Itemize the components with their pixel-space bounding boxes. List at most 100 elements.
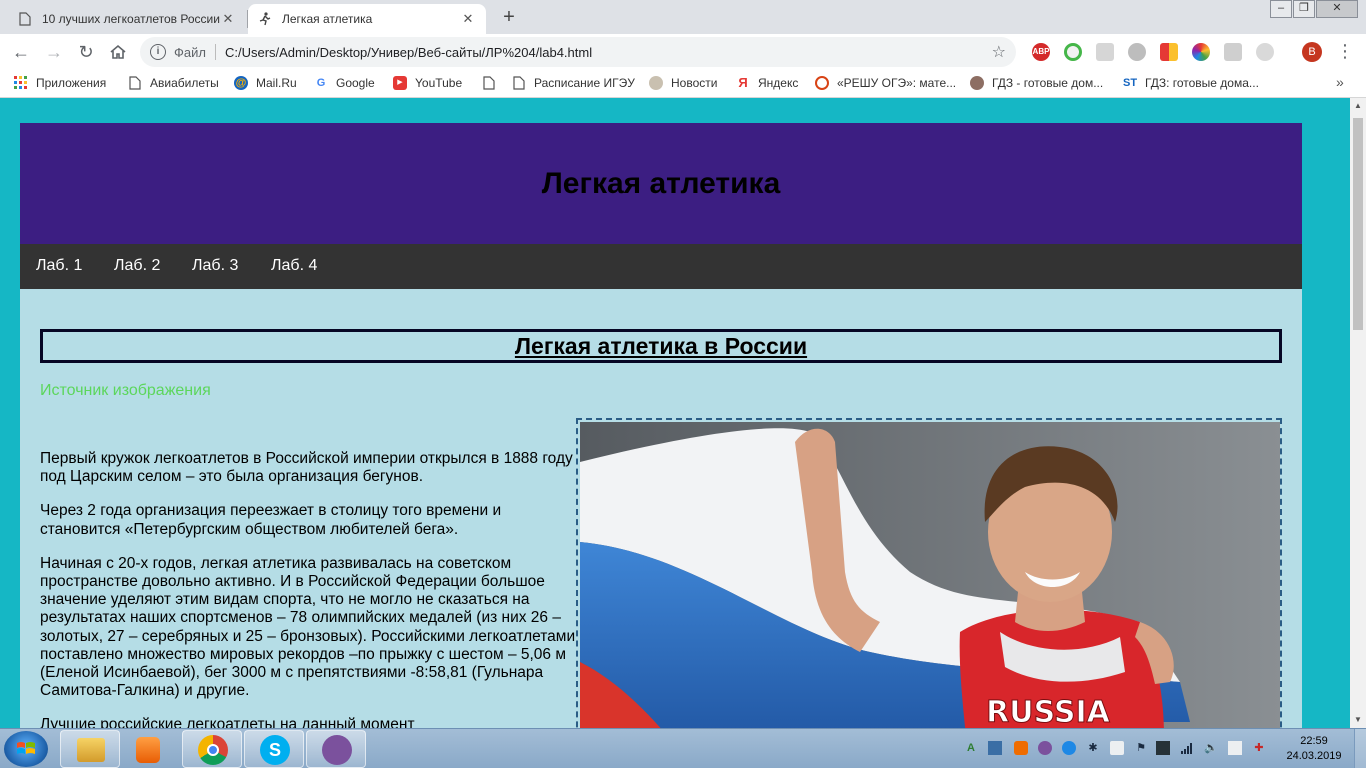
bookmark-label: Расписание ИГЭУ	[534, 76, 635, 90]
restore-button[interactable]: ❐	[1293, 0, 1315, 18]
address-divider	[214, 44, 216, 60]
tray-bluetooth-icon[interactable]: ✱	[1086, 741, 1100, 755]
chrome-icon	[198, 735, 228, 765]
nav-link-lab1[interactable]: Лаб. 1	[36, 257, 82, 275]
bookmark-apps[interactable]: Приложения	[14, 76, 106, 90]
extension-circle-icon[interactable]	[1064, 43, 1082, 61]
site-container: Легкая атлетика Лаб. 1 Лаб. 2 Лаб. 3 Лаб…	[20, 123, 1302, 728]
new-tab-button[interactable]: +	[497, 6, 521, 30]
tray-viber-icon[interactable]	[1038, 741, 1052, 755]
clock-time: 22:59	[1300, 735, 1328, 747]
clock-date: 24.03.2019	[1286, 750, 1342, 762]
gdz-icon	[970, 76, 984, 90]
taskbar-chrome[interactable]	[182, 730, 242, 768]
scroll-down-arrow-icon[interactable]: ▼	[1350, 712, 1366, 728]
section-title: Легкая атлетика в России	[514, 333, 808, 359]
bookmark-news[interactable]: Новости	[649, 76, 717, 90]
bookmark-reshu-oge[interactable]: «РЕШУ ОГЭ»: мате...	[815, 76, 956, 90]
paragraph: Через 2 года организация переезжает в ст…	[40, 502, 502, 538]
adblock-icon[interactable]: ABP	[1032, 43, 1050, 61]
close-icon[interactable]: ✕	[220, 11, 236, 27]
chevron-right-icon[interactable]: »	[1336, 74, 1344, 90]
show-desktop-button[interactable]	[1354, 729, 1366, 768]
back-arrow-icon[interactable]: ←	[9, 40, 33, 64]
profile-avatar[interactable]: B	[1302, 42, 1322, 62]
tray-display-icon[interactable]	[1156, 741, 1170, 755]
google-icon: G	[316, 77, 326, 89]
site-nav: Лаб. 1 Лаб. 2 Лаб. 3 Лаб. 4	[20, 244, 1302, 289]
taskbar-explorer[interactable]	[60, 730, 120, 768]
info-icon[interactable]: i	[150, 44, 166, 60]
athlete-photo: RUSSIA	[580, 422, 1280, 728]
tab-athletics[interactable]: Легкая атлетика ✕	[248, 4, 486, 34]
bookmark-youtube[interactable]: ▶ YouTube	[393, 76, 462, 90]
url-text[interactable]: C:/Users/Admin/Desktop/Универ/Веб-сайты/…	[225, 45, 592, 60]
bookmark-label: Яндекс	[758, 76, 799, 90]
minimize-button[interactable]: –	[1270, 0, 1292, 18]
page-viewport: Легкая атлетика Лаб. 1 Лаб. 2 Лаб. 3 Лаб…	[0, 98, 1350, 728]
bookmark-gdz-2[interactable]: ST ГДЗ: готовые дома...	[1123, 76, 1259, 90]
image-source-link[interactable]: Источник изображения	[40, 382, 211, 400]
taskbar-clock[interactable]: 22:59 24.03.2019	[1286, 734, 1342, 764]
scheme-label: Файл	[174, 44, 206, 60]
page-icon	[512, 76, 526, 90]
tray-flag-icon[interactable]: ⚑	[1134, 741, 1148, 755]
tray-odnoklassniki-icon[interactable]	[1014, 741, 1028, 755]
bookmark-label: Новости	[671, 76, 718, 90]
tray-signal-icon[interactable]	[1180, 741, 1194, 755]
bookmark-label: ГДЗ - готовые дом...	[992, 76, 1104, 90]
nav-link-lab2[interactable]: Лаб. 2	[114, 257, 160, 275]
address-bar[interactable]: i Файл C:/Users/Admin/Desktop/Универ/Веб…	[140, 37, 1016, 67]
runner-icon	[258, 12, 272, 26]
tray-sync-icon[interactable]	[1062, 741, 1076, 755]
bookmark-blank[interactable]	[482, 76, 504, 90]
close-icon[interactable]: ✕	[460, 11, 476, 27]
star-extension-icon[interactable]	[1224, 43, 1242, 61]
tray-power-icon[interactable]	[1228, 741, 1242, 755]
forward-arrow-icon[interactable]: →	[42, 40, 66, 64]
close-window-button[interactable]: ✕	[1316, 0, 1358, 18]
nav-link-lab3[interactable]: Лаб. 3	[192, 257, 238, 275]
gear-extension-icon[interactable]	[1128, 43, 1146, 61]
media-player-icon	[136, 737, 160, 763]
tray-keyboard-icon[interactable]	[988, 741, 1002, 755]
taskbar-media-player[interactable]	[122, 730, 182, 768]
tray-volume-icon[interactable]: 🔈	[1204, 741, 1218, 755]
bookmark-aviatickets[interactable]: Авиабилеты	[128, 76, 219, 90]
bookmark-mailru[interactable]: @ Mail.Ru	[234, 76, 297, 90]
tab-strip: 10 лучших легкоатлетов России ✕ Легкая а…	[0, 0, 1366, 34]
tray-device-icon[interactable]	[1110, 741, 1124, 755]
bookmark-label: YouTube	[415, 76, 463, 90]
bookmark-star-icon[interactable]: ☆	[992, 42, 1006, 62]
bookmark-gdz-1[interactable]: ГДЗ - готовые дом...	[970, 76, 1103, 90]
skype-icon: S	[260, 735, 290, 765]
puzzle-extension-icon[interactable]	[1256, 43, 1274, 61]
bookmark-label: ГДЗ: готовые дома...	[1145, 76, 1259, 90]
browser-toolbar: ← → ↻ i Файл C:/Users/Admin/Desktop/Унив…	[0, 34, 1366, 70]
bookmark-google[interactable]: G Google	[314, 76, 375, 90]
bookmarks-bar: Приложения Авиабилеты @ Mail.Ru G Google…	[0, 70, 1366, 98]
menu-kebab-icon[interactable]: ⋮	[1336, 40, 1354, 62]
athlete-photo-illustration: RUSSIA	[580, 422, 1280, 728]
reload-icon[interactable]: ↻	[74, 40, 98, 64]
paragraph: Первый кружок легкоатлетов в Российской …	[40, 450, 573, 486]
pdf-extension-icon[interactable]	[1096, 43, 1114, 61]
home-icon[interactable]	[106, 40, 130, 64]
bookmark-yandex[interactable]: Я Яндекс	[736, 76, 799, 91]
tray-antivirus-icon[interactable]: ✚	[1252, 741, 1266, 755]
flag-extension-icon[interactable]	[1160, 43, 1178, 61]
scrollbar-thumb[interactable]	[1353, 118, 1363, 330]
vertical-scrollbar[interactable]: ▲ ▼	[1350, 98, 1366, 728]
scroll-up-arrow-icon[interactable]: ▲	[1350, 98, 1366, 114]
paragraph: Начиная с 20-х годов, легкая атлетика ра…	[40, 554, 576, 700]
tray-app-icon[interactable]: A	[964, 741, 978, 755]
bookmark-schedule[interactable]: Расписание ИГЭУ	[512, 76, 635, 90]
tab-top-athletes[interactable]: 10 лучших легкоатлетов России ✕	[8, 4, 246, 34]
page-icon	[18, 12, 32, 26]
tab-title: Легкая атлетика	[282, 12, 373, 26]
start-button[interactable]	[4, 731, 48, 767]
taskbar-viber[interactable]	[306, 730, 366, 768]
nav-link-lab4[interactable]: Лаб. 4	[271, 257, 317, 275]
taskbar-skype[interactable]: S	[244, 730, 304, 768]
flower-extension-icon[interactable]	[1192, 43, 1210, 61]
